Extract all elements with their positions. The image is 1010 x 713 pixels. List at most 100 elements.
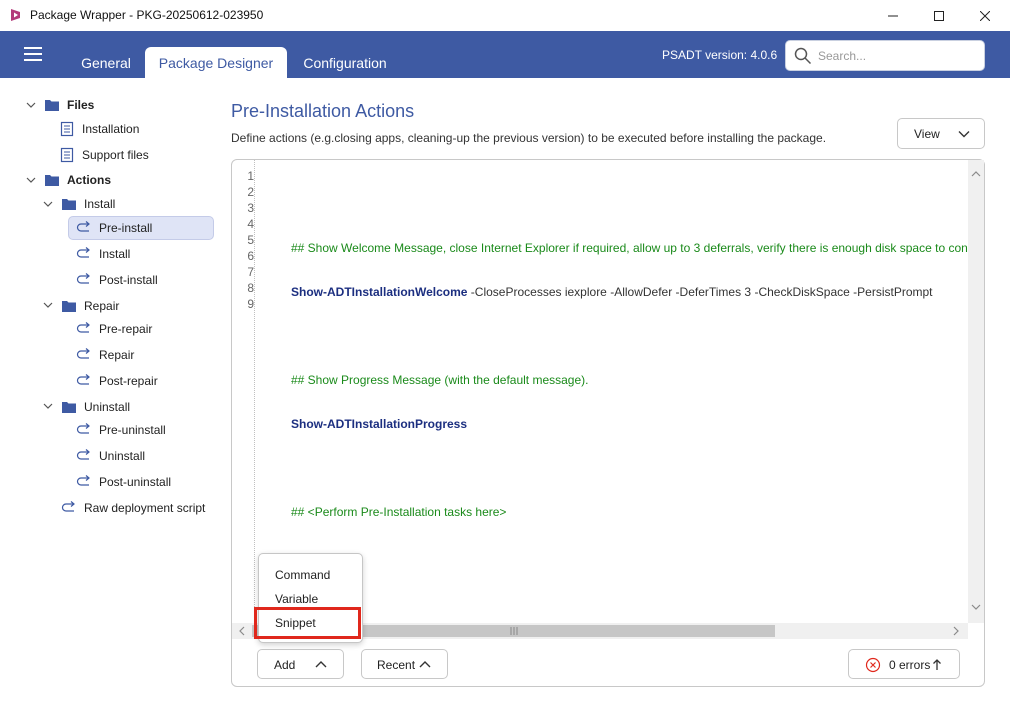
redo-arrow-icon xyxy=(76,220,92,236)
tree-item-label: Raw deployment script xyxy=(84,501,206,515)
menu-item-command[interactable]: Command xyxy=(259,564,362,586)
search-icon xyxy=(794,47,812,65)
tree-item-label: Post-install xyxy=(99,273,158,287)
code-arguments: -CloseProcesses iexplore -AllowDefer -De… xyxy=(467,285,933,299)
tree-item-pre-uninstall[interactable]: Pre-uninstall xyxy=(76,419,166,441)
tree-item-pre-repair[interactable]: Pre-repair xyxy=(76,318,152,340)
code-line-2: ## Show Welcome Message, close Internet … xyxy=(291,241,968,255)
tree-item-label: Pre-install xyxy=(99,221,153,235)
maximize-icon xyxy=(934,10,944,21)
code-line-5: ## Show Progress Message (with the defau… xyxy=(291,373,589,387)
tree-item-files[interactable]: Files xyxy=(44,94,94,116)
redo-arrow-icon xyxy=(76,347,92,363)
tree-item-install-group[interactable]: Install xyxy=(61,193,115,215)
grip-icon xyxy=(510,627,518,635)
tree-item-raw-deployment-script[interactable]: Raw deployment script xyxy=(61,497,205,519)
redo-arrow-icon xyxy=(76,448,92,464)
tree-item-install[interactable]: Install xyxy=(76,243,130,265)
tab-configuration[interactable]: Configuration xyxy=(292,47,398,78)
snippet-highlight-outline xyxy=(254,607,361,639)
tree-item-label: Pre-uninstall xyxy=(99,423,166,437)
redo-arrow-icon xyxy=(76,246,92,262)
folder-icon xyxy=(44,172,60,188)
line-number: 3 xyxy=(247,201,254,215)
scroll-left-icon[interactable] xyxy=(234,623,250,639)
recent-button-label: Recent xyxy=(377,658,416,672)
search-box[interactable] xyxy=(785,40,985,71)
code-line-6: Show-ADTInstallationProgress xyxy=(291,416,968,432)
document-icon xyxy=(59,121,75,137)
minimize-icon xyxy=(888,15,898,16)
line-number: 7 xyxy=(247,265,254,279)
code-lines: ## Show Welcome Message, close Internet … xyxy=(291,168,968,592)
page-title: Pre-Installation Actions xyxy=(231,101,415,121)
line-number: 8 xyxy=(247,281,254,295)
close-icon xyxy=(980,10,990,21)
tree-item-label: Uninstall xyxy=(99,449,146,463)
chevron-down-icon[interactable] xyxy=(43,199,53,209)
add-button[interactable]: Add xyxy=(257,649,344,679)
tab-package-designer[interactable]: Package Designer xyxy=(145,47,287,78)
errors-count-label: 0 errors xyxy=(889,658,931,672)
folder-icon xyxy=(61,196,77,212)
recent-button[interactable]: Recent xyxy=(361,649,448,679)
code-command: Show-ADTInstallationProgress xyxy=(291,417,468,431)
redo-arrow-icon xyxy=(76,373,92,389)
chevron-down-icon[interactable] xyxy=(26,175,36,185)
redo-arrow-icon xyxy=(76,272,92,288)
tree-item-label: Repair xyxy=(99,348,135,362)
tree-item-pre-install[interactable]: Pre-install xyxy=(68,216,214,240)
redo-arrow-icon xyxy=(61,500,77,516)
redo-arrow-icon xyxy=(76,321,92,337)
window-title: Package Wrapper - PKG-20250612-023950 xyxy=(30,8,264,22)
tree-item-post-install[interactable]: Post-install xyxy=(76,269,158,291)
errors-button[interactable]: 0 errors xyxy=(848,649,960,679)
tree-item-actions[interactable]: Actions xyxy=(44,169,111,191)
scroll-down-icon[interactable] xyxy=(968,599,984,615)
maximize-button[interactable] xyxy=(916,0,962,31)
line-number: 9 xyxy=(247,297,254,311)
close-button[interactable] xyxy=(962,0,1008,31)
tab-general[interactable]: General xyxy=(70,47,142,78)
search-input[interactable] xyxy=(818,47,968,65)
scroll-up-icon[interactable] xyxy=(968,166,984,182)
chevron-down-icon xyxy=(958,131,970,138)
tree-item-post-repair[interactable]: Post-repair xyxy=(76,370,158,392)
page-description: Define actions (e.g.closing apps, cleani… xyxy=(231,131,827,145)
vertical-scrollbar[interactable] xyxy=(968,160,984,623)
code-line-3: Show-ADTInstallationWelcome -CloseProces… xyxy=(291,284,968,300)
tree-item-label: Post-repair xyxy=(99,374,158,388)
add-button-label: Add xyxy=(274,658,296,672)
chevron-down-icon[interactable] xyxy=(43,401,53,411)
tree-item-label: Repair xyxy=(84,299,120,313)
tree-item-uninstall-group[interactable]: Uninstall xyxy=(61,396,130,418)
code-line-8: ## <Perform Pre-Installation tasks here> xyxy=(291,505,507,519)
code-command: Show-ADTInstallationWelcome xyxy=(291,285,468,299)
scroll-right-icon[interactable] xyxy=(948,623,964,639)
document-icon xyxy=(59,147,75,163)
view-dropdown-button[interactable]: View xyxy=(897,118,985,149)
minimize-button[interactable] xyxy=(870,0,916,31)
line-number: 6 xyxy=(247,249,254,263)
tree-item-label: Post-uninstall xyxy=(99,475,172,489)
chevron-down-icon[interactable] xyxy=(43,300,53,310)
tree-item-post-uninstall[interactable]: Post-uninstall xyxy=(76,471,171,493)
tree-item-label: Actions xyxy=(67,173,112,187)
app-logo-icon xyxy=(11,9,20,21)
tree-item-repair-group[interactable]: Repair xyxy=(61,295,119,317)
redo-arrow-icon xyxy=(76,474,92,490)
tree-item-label: Install xyxy=(84,197,116,211)
tree-item-label: Uninstall xyxy=(84,400,131,414)
gutter-divider xyxy=(254,160,255,623)
tree-item-installation[interactable]: Installation xyxy=(59,118,139,140)
tree-item-repair[interactable]: Repair xyxy=(76,344,134,366)
tree-item-uninstall[interactable]: Uninstall xyxy=(76,445,145,467)
tree-item-support-files[interactable]: Support files xyxy=(59,144,149,166)
hamburger-menu-icon[interactable] xyxy=(24,47,42,61)
chevron-down-icon[interactable] xyxy=(26,100,36,110)
title-bar: Package Wrapper - PKG-20250612-023950 xyxy=(0,0,1010,31)
